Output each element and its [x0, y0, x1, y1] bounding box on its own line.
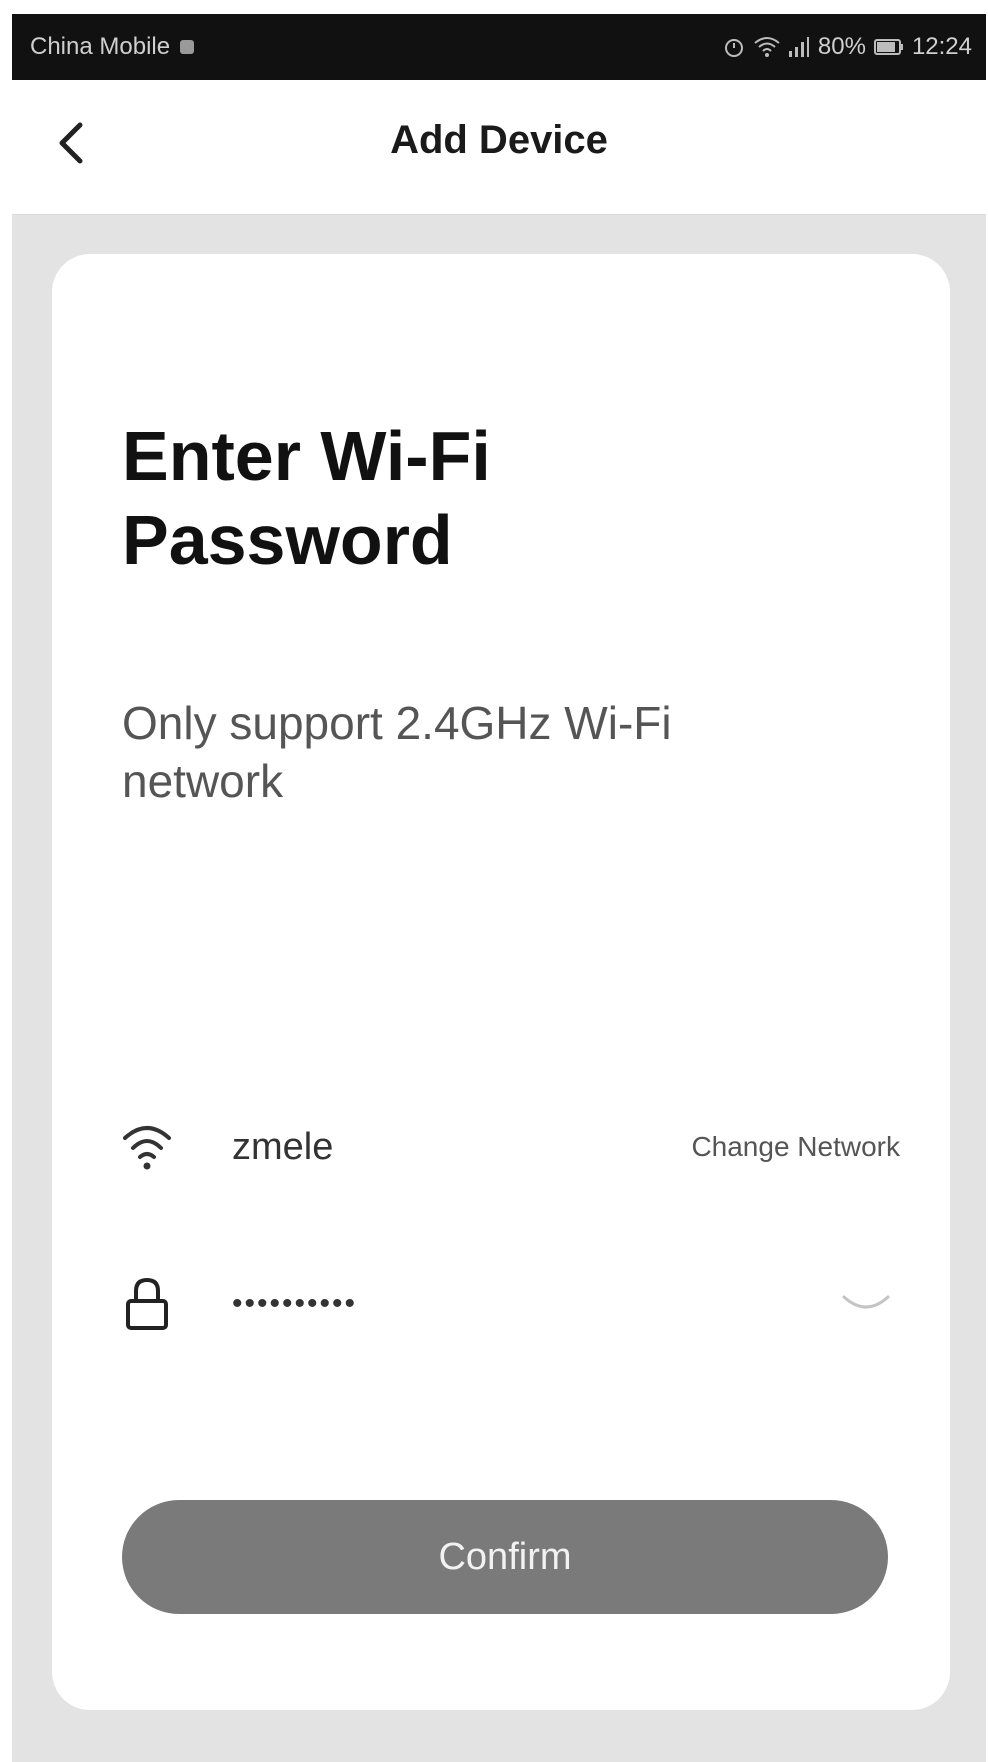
wifi-form-card: Enter Wi-Fi Password Only support 2.4GHz… — [52, 254, 950, 1710]
alarm-icon — [722, 35, 746, 59]
battery-icon — [873, 38, 904, 56]
page-title: Add Device — [390, 118, 608, 162]
change-network-link[interactable]: Change Network — [691, 1112, 900, 1182]
wifi-icon — [122, 1120, 172, 1174]
carrier-name: China Mobile — [30, 33, 171, 60]
status-right: 80% 12:24 — [722, 14, 972, 80]
wifi-status-icon — [754, 36, 780, 58]
notification-icon — [178, 38, 196, 56]
eye-closed-icon[interactable] — [836, 1283, 896, 1323]
password-row — [122, 1269, 900, 1339]
lock-icon — [122, 1277, 172, 1331]
form-subtext: Only support 2.4GHz Wi-Fi network — [122, 697, 672, 807]
header-bar: Add Device — [12, 80, 986, 215]
confirm-button[interactable]: Confirm — [122, 1500, 888, 1614]
password-field[interactable] — [232, 1279, 792, 1329]
network-row: zmele Change Network — [122, 1112, 900, 1182]
signal-icon — [788, 36, 810, 58]
app-screen: China Mobile 80% 12:24 Add Device Enter … — [12, 14, 986, 1762]
clock: 12:24 — [911, 33, 972, 60]
network-name: zmele — [232, 1126, 334, 1168]
battery-level: 80% — [817, 33, 866, 60]
status-bar: China Mobile 80% 12:24 — [12, 14, 986, 80]
form-heading: Enter Wi-Fi Password — [122, 417, 491, 579]
status-left: China Mobile — [30, 14, 196, 80]
